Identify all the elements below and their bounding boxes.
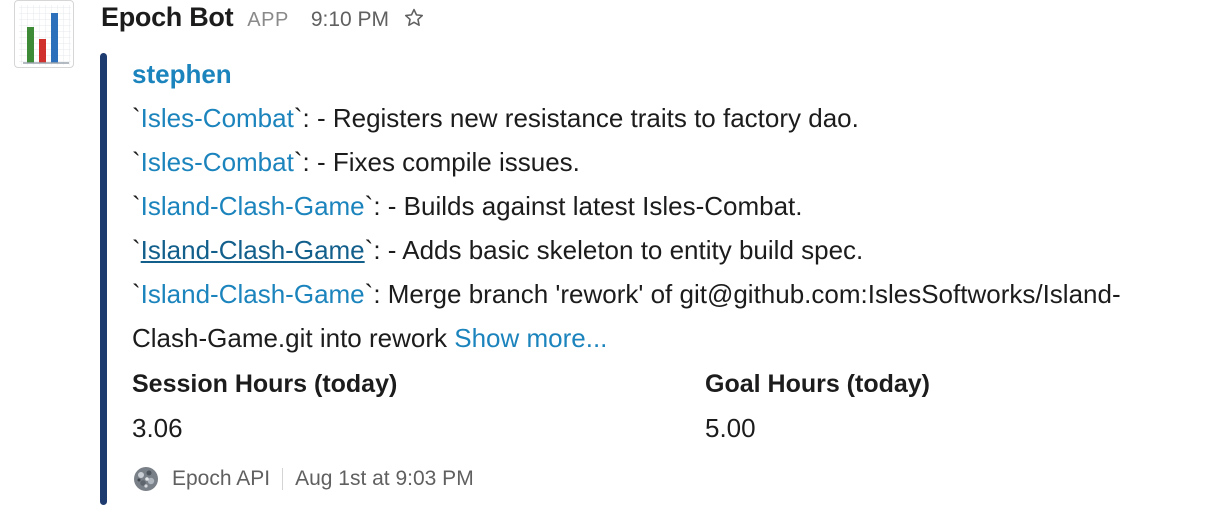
message-timestamp[interactable]: 9:10 PM (311, 8, 389, 32)
field-value: 5.00 (705, 413, 756, 443)
commit-message: : - Builds against latest Isles-Combat. (373, 191, 803, 221)
commit-message: : Merge branch 'rework' of git@github.co… (373, 279, 1121, 309)
commit-message-continuation: Clash-Game.git into rework (132, 323, 455, 353)
footer-divider (282, 468, 284, 490)
commit-message: : - Registers new resistance traits to f… (302, 103, 859, 133)
bot-avatar[interactable] (14, 0, 74, 68)
bot-name[interactable]: Epoch Bot (101, 2, 234, 33)
commit-line: `Isles-Combat`: - Fixes compile issues. (132, 140, 1220, 184)
attachment-accent-bar (100, 53, 107, 505)
attachment-footer: Epoch API Aug 1st at 9:03 PM (132, 462, 474, 496)
attachment-fields: Session Hours (today) 3.06 Goal Hours (t… (132, 364, 1220, 454)
repo-link[interactable]: Isles-Combat (141, 147, 294, 177)
backtick: ` (132, 235, 141, 265)
backtick: ` (293, 147, 303, 177)
commit-message: : - Fixes compile issues. (302, 147, 580, 177)
footer-timestamp[interactable]: Aug 1st at 9:03 PM (295, 467, 474, 491)
repo-link[interactable]: Island-Clash-Game (141, 279, 365, 309)
field-session-hours: Session Hours (today) 3.06 (132, 364, 397, 452)
field-title: Goal Hours (today) (705, 370, 931, 398)
field-title: Session Hours (today) (132, 370, 398, 398)
backtick: ` (132, 191, 141, 221)
backtick: ` (132, 147, 141, 177)
commit-line: `Isles-Combat`: - Registers new resistan… (132, 96, 1220, 140)
commit-message: : - Adds basic skeleton to entity build … (373, 235, 864, 265)
footer-source: Epoch API (172, 467, 271, 490)
bar-chart-icon (19, 5, 71, 65)
show-more-link[interactable]: Show more... (454, 323, 607, 353)
commit-line: `Island-Clash-Game`: - Adds basic skelet… (132, 228, 1220, 272)
app-badge: APP (247, 9, 289, 31)
commit-list: `Isles-Combat`: - Registers new resistan… (132, 96, 1220, 360)
attachment: stephen `Isles-Combat`: - Registers new … (132, 54, 1220, 491)
backtick: ` (132, 103, 141, 133)
field-goal-hours: Goal Hours (today) 5.00 (705, 364, 930, 452)
repo-link[interactable]: Isles-Combat (141, 103, 294, 133)
epoch-api-icon (134, 467, 158, 491)
commit-line: `Island-Clash-Game`: - Builds against la… (132, 184, 1220, 228)
message-header: Epoch Bot APP 9:10 PM (101, 2, 425, 42)
backtick: ` (132, 279, 141, 309)
star-icon[interactable] (403, 7, 425, 29)
repo-link[interactable]: Island-Clash-Game (141, 191, 365, 221)
field-value: 3.06 (132, 413, 183, 443)
repo-link-hovered[interactable]: Island-Clash-Game (141, 235, 365, 265)
commit-line: `Island-Clash-Game`: Merge branch 'rewor… (132, 272, 1220, 360)
attachment-author[interactable]: stephen (132, 54, 1220, 96)
backtick: ` (293, 103, 303, 133)
